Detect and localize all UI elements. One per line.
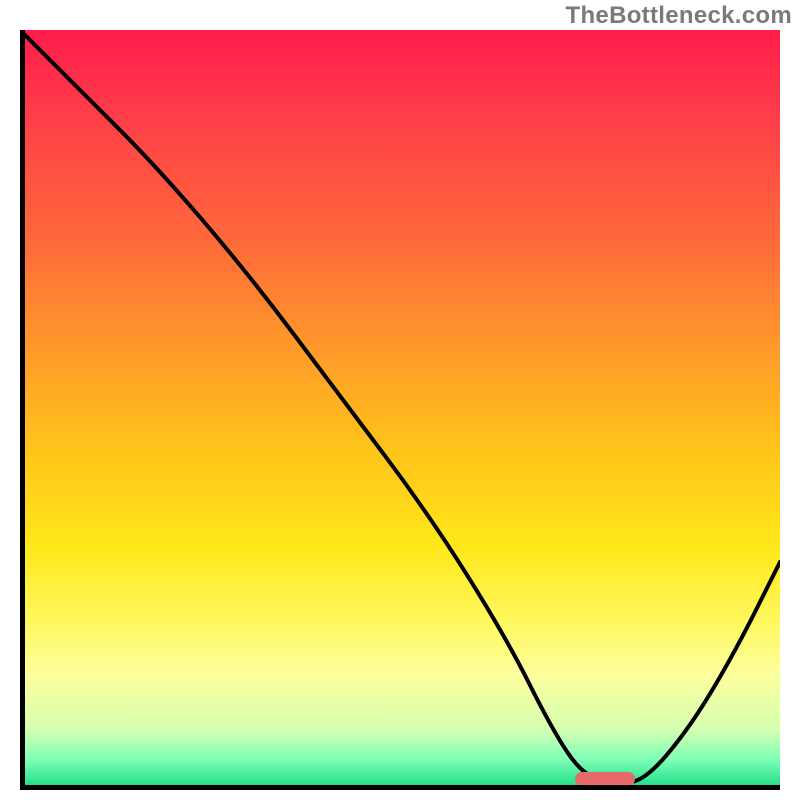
gradient-plot-area: [20, 30, 780, 790]
optimal-range-dash: [575, 772, 635, 786]
chart-stage: TheBottleneck.com: [0, 0, 800, 800]
watermark-text: TheBottleneck.com: [566, 2, 792, 30]
